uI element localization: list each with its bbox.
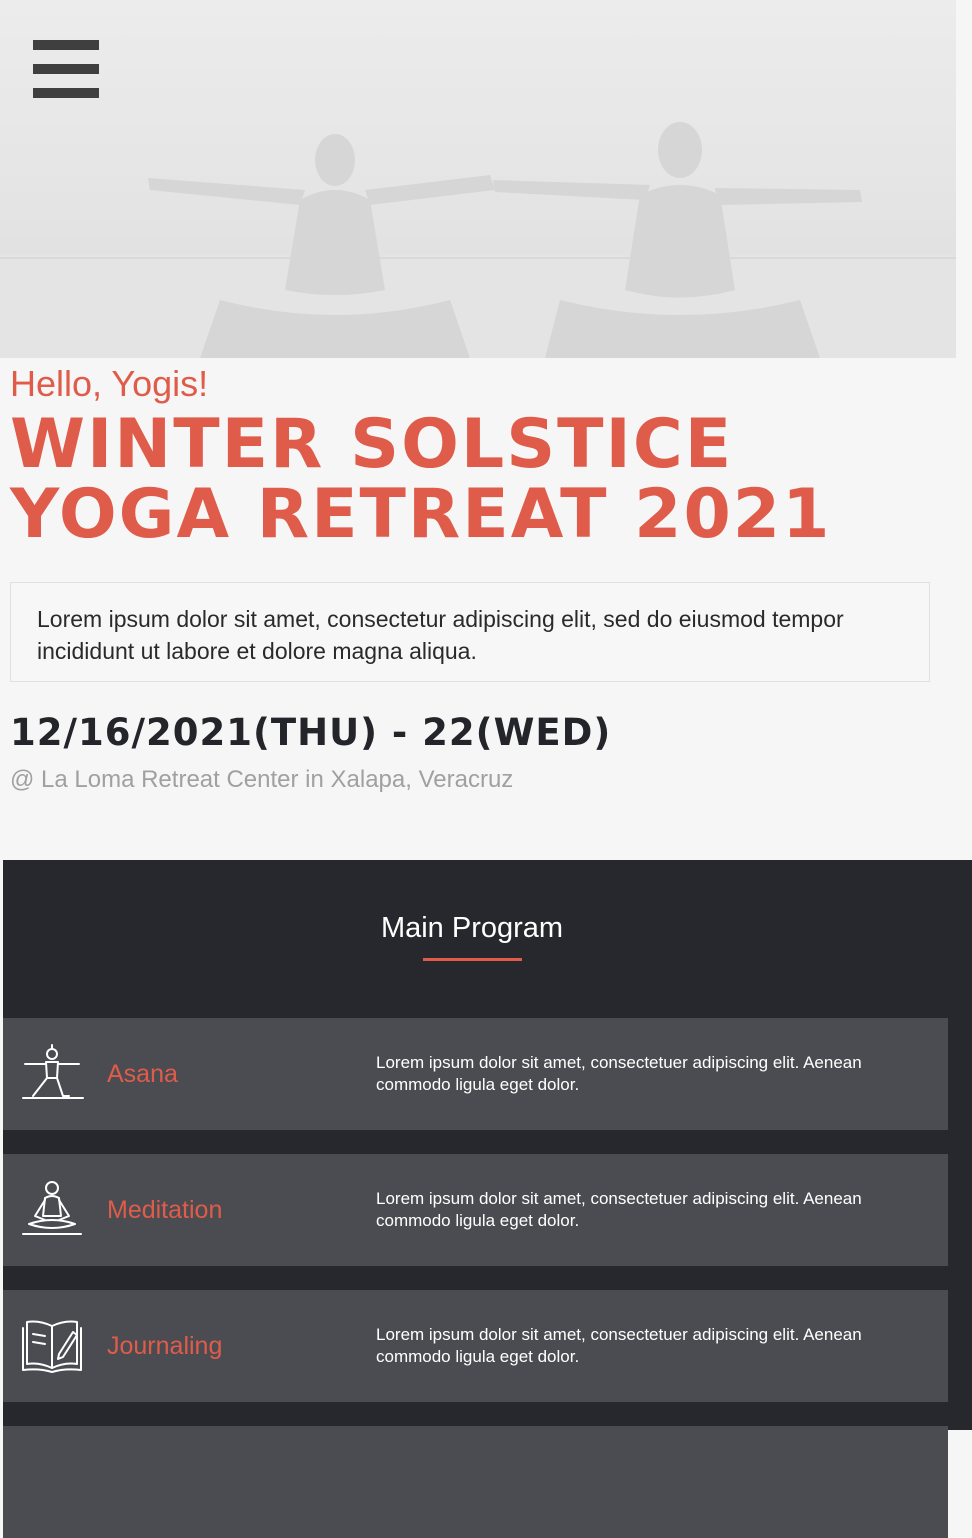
program-item-description: Lorem ipsum dolor sit amet, consectetuer… bbox=[376, 1053, 862, 1094]
yoga-pose-icon bbox=[22, 1044, 84, 1099]
section-title: Main Program bbox=[380, 912, 564, 944]
program-item-label: Meditation bbox=[107, 1196, 223, 1224]
program-item-partial bbox=[3, 1426, 948, 1538]
program-item-label: Asana bbox=[107, 1060, 178, 1088]
meditation-icon bbox=[22, 1181, 82, 1235]
event-location: @ La Loma Retreat Center in Xalapa, Vera… bbox=[10, 766, 514, 793]
program-item-asana: Asana Lorem ipsum dolor sit amet, consec… bbox=[3, 1018, 948, 1130]
hero-banner bbox=[0, 0, 956, 358]
title-underline bbox=[423, 958, 522, 961]
main-program-section: Main Program Asana Lorem ipsum dolor sit… bbox=[3, 860, 972, 1538]
program-item-meditation: Meditation Lorem ipsum dolor sit amet, c… bbox=[3, 1154, 948, 1266]
program-item-journaling: Journaling Lorem ipsum dolor sit amet, c… bbox=[3, 1290, 948, 1402]
greeting: Hello, Yogis! bbox=[10, 363, 209, 404]
intro-text: Lorem ipsum dolor sit amet, consectetur … bbox=[10, 582, 930, 682]
journal-book-icon bbox=[22, 1320, 82, 1373]
event-dates: 12/16/2021(THU) - 22(WED) bbox=[10, 711, 612, 754]
hero-image bbox=[0, 122, 956, 358]
menu-button[interactable] bbox=[33, 40, 99, 98]
program-item-description: Lorem ipsum dolor sit amet, consectetuer… bbox=[376, 1189, 862, 1230]
program-item-label: Journaling bbox=[107, 1332, 223, 1360]
program-item-description: Lorem ipsum dolor sit amet, consectetuer… bbox=[376, 1325, 862, 1366]
event-title: WINTER SOLSTICE YOGA RETREAT 2021 bbox=[10, 405, 832, 554]
